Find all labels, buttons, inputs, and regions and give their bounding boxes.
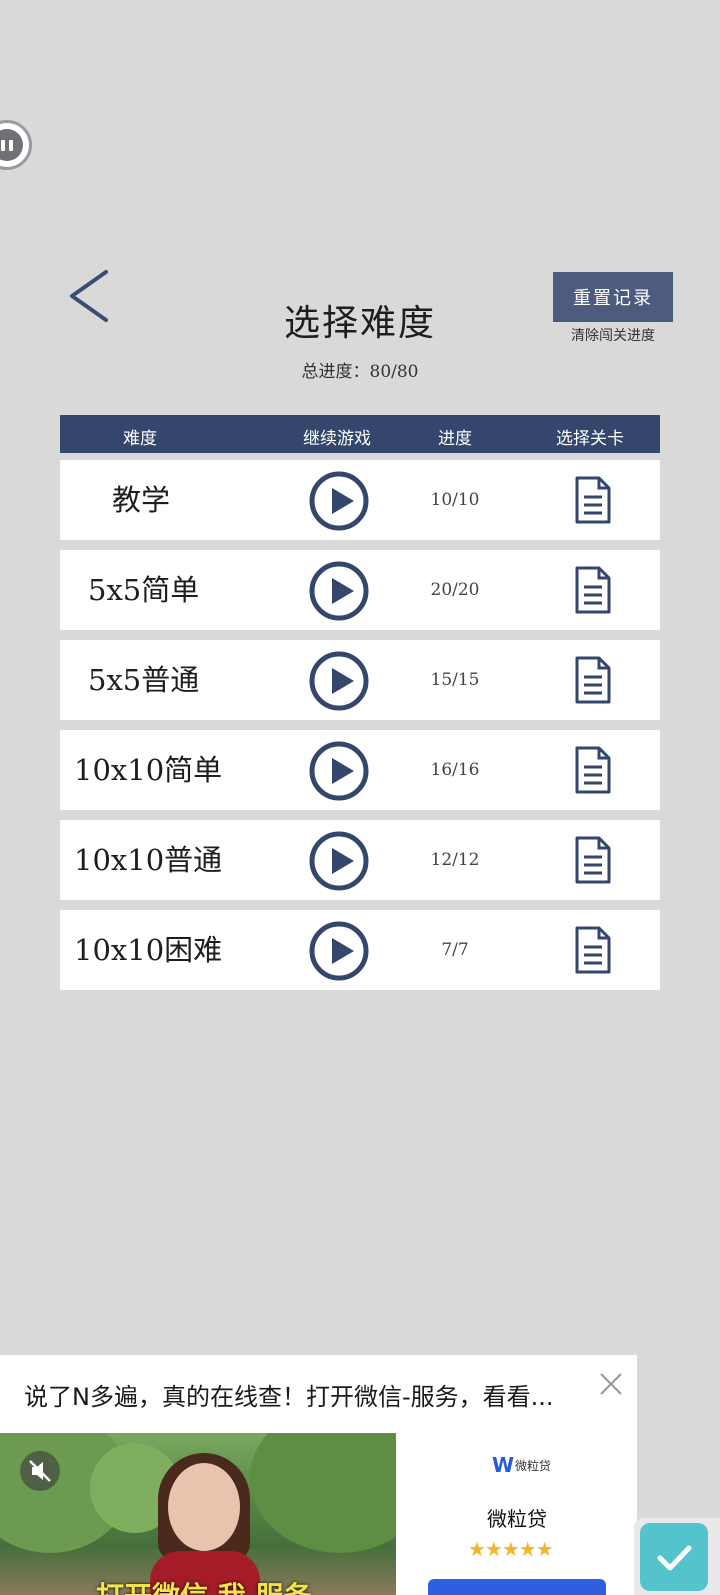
progress-value: 16/16 [430,760,480,780]
document-icon[interactable] [573,745,613,795]
document-icon[interactable] [573,835,613,885]
difficulty-name: 10x10简单 [74,753,223,787]
reset-record-button[interactable]: 重置记录 [553,272,673,322]
document-icon[interactable] [573,475,613,525]
ad-video-thumbnail[interactable]: 打开微信 我 服务 [0,1433,396,1595]
progress-value: 20/20 [430,580,480,600]
difficulty-row: 10x10普通 12/12 [60,820,660,900]
play-icon[interactable] [308,650,370,712]
play-icon[interactable] [308,830,370,892]
total-progress: 总进度：80/80 [0,357,720,382]
ad-logo: W 微粒贷 [492,1453,562,1477]
play-icon[interactable] [308,920,370,982]
ad-banner[interactable]: 说了N多遍，真的在线查！打开微信-服务，看看... 打开微信 我 服务 W 微粒… [0,1355,637,1595]
confirm-button[interactable] [634,1518,720,1595]
document-icon[interactable] [573,565,613,615]
document-icon[interactable] [573,925,613,975]
table-header: 难度 继续游戏 进度 选择关卡 [60,415,660,453]
reset-record-hint: 清除闯关进度 [571,328,655,344]
column-header-difficulty: 难度 [123,429,157,449]
pause-icon [0,129,23,161]
difficulty-row: 10x10简单 16/16 [60,730,660,810]
progress-value: 10/10 [430,490,480,510]
progress-value: 7/7 [441,940,469,960]
difficulty-name: 10x10困难 [74,933,223,967]
difficulty-row: 10x10困难 7/7 [60,910,660,990]
difficulty-row: 教学 10/10 [60,460,660,540]
column-header-progress: 进度 [438,429,472,449]
progress-value: 15/15 [430,670,480,690]
ad-caption: 打开微信 我 服务 [96,1575,312,1595]
ad-brand-name: 微粒贷 [487,1507,547,1531]
document-icon[interactable] [573,655,613,705]
ad-logo-letter: W [492,1453,515,1477]
play-icon[interactable] [308,560,370,622]
play-icon[interactable] [308,740,370,802]
pause-button[interactable] [0,120,32,170]
total-progress-label: 总进度： [301,362,370,382]
difficulty-name: 教学 [112,483,171,517]
column-header-select-level: 选择关卡 [556,429,624,449]
column-header-continue: 继续游戏 [303,429,371,449]
difficulty-row: 5x5普通 15/15 [60,640,660,720]
progress-value: 12/12 [430,850,480,870]
ad-logo-text: 微粒贷 [515,1459,552,1473]
check-icon [657,1545,692,1571]
play-icon[interactable] [308,470,370,532]
ad-title: 说了N多遍，真的在线查！打开微信-服务，看看... [24,1383,554,1411]
difficulty-name: 5x5简单 [88,573,200,607]
total-progress-value: 80/80 [369,362,419,382]
difficulty-name: 10x10普通 [74,843,223,877]
difficulty-row: 5x5简单 20/20 [60,550,660,630]
difficulty-name: 5x5普通 [88,663,200,697]
ad-rating-stars: ★★★★★ [468,1537,554,1561]
mute-icon[interactable] [20,1451,60,1491]
close-icon[interactable] [598,1371,624,1397]
ad-cta-button[interactable] [428,1579,606,1595]
